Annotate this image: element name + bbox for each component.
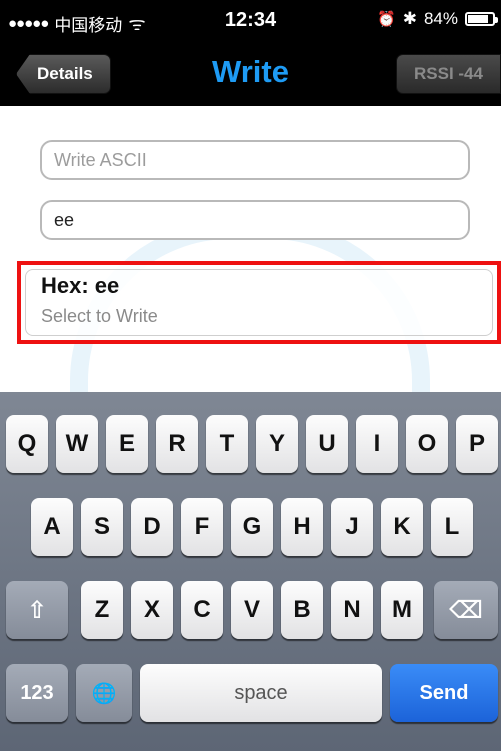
key-u[interactable]: U <box>306 415 348 473</box>
key-s[interactable]: S <box>81 498 123 556</box>
key-y[interactable]: Y <box>256 415 298 473</box>
select-to-write-hint: Select to Write <box>41 306 158 326</box>
key-d[interactable]: D <box>131 498 173 556</box>
key-t[interactable]: T <box>206 415 248 473</box>
alarm-icon: ⏰ <box>377 11 396 28</box>
hex-write-cell[interactable]: Hex: ee Select to Write <box>17 261 501 344</box>
key-k[interactable]: K <box>381 498 423 556</box>
key-b[interactable]: B <box>281 581 323 639</box>
shift-key[interactable]: ⇧ <box>6 581 68 639</box>
key-q[interactable]: Q <box>6 415 48 473</box>
key-i[interactable]: I <box>356 415 398 473</box>
key-o[interactable]: O <box>406 415 448 473</box>
on-screen-keyboard: Q W E R T Y U I O P A S D F G H J K L ⇧ … <box>0 392 501 751</box>
key-m[interactable]: M <box>381 581 423 639</box>
key-f[interactable]: F <box>181 498 223 556</box>
bluetooth-icon: ✱ <box>402 9 417 28</box>
key-a[interactable]: A <box>31 498 73 556</box>
battery-percent: 84% <box>423 9 458 28</box>
key-r[interactable]: R <box>156 415 198 473</box>
numbers-key[interactable]: 123 <box>6 664 68 722</box>
globe-icon[interactable]: 🌐 <box>76 664 132 722</box>
key-v[interactable]: V <box>231 581 273 639</box>
hex-input[interactable] <box>40 200 470 240</box>
key-g[interactable]: G <box>231 498 273 556</box>
hex-value-label: Hex: ee <box>41 273 120 298</box>
key-p[interactable]: P <box>456 415 498 473</box>
key-c[interactable]: C <box>181 581 223 639</box>
battery-icon <box>465 12 498 26</box>
status-bar: ●●●●● 中国移动 ᯤ 12:34 ⏰ ✱ 84% <box>0 0 501 40</box>
key-l[interactable]: L <box>431 498 473 556</box>
navigation-bar: Details Write RSSI -44 <box>0 40 501 106</box>
rssi-button[interactable]: RSSI -44 <box>396 54 501 94</box>
key-j[interactable]: J <box>331 498 373 556</box>
space-key[interactable]: space <box>140 664 382 722</box>
key-e[interactable]: E <box>106 415 148 473</box>
key-w[interactable]: W <box>56 415 98 473</box>
write-form: Hex: ee Select to Write <box>0 106 501 392</box>
key-h[interactable]: H <box>281 498 323 556</box>
battery-fill <box>468 15 488 23</box>
key-x[interactable]: X <box>131 581 173 639</box>
delete-key[interactable]: ⌫ <box>434 581 498 639</box>
send-button[interactable]: Send <box>390 664 498 722</box>
key-z[interactable]: Z <box>81 581 123 639</box>
ascii-input[interactable] <box>40 140 470 180</box>
key-n[interactable]: N <box>331 581 373 639</box>
